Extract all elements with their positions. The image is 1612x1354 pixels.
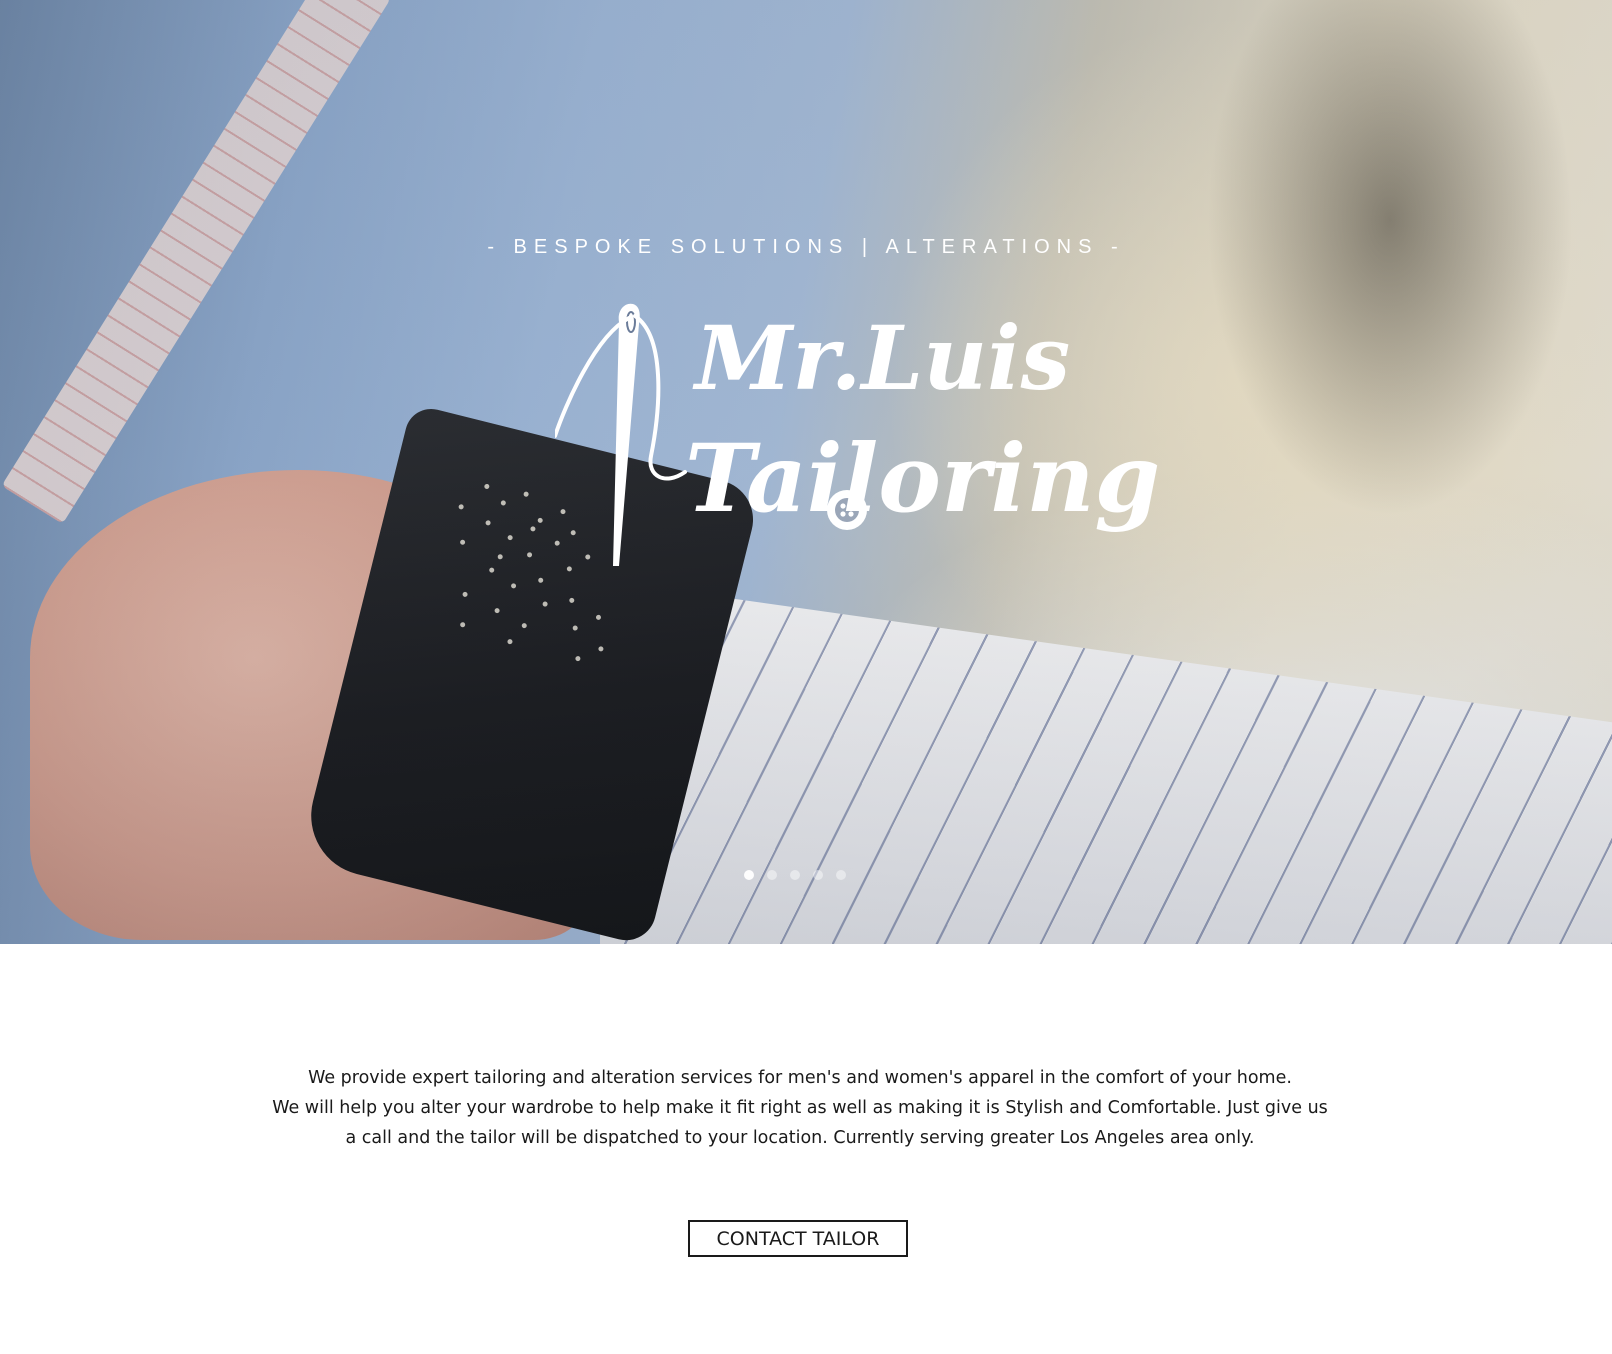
slide-dot-4[interactable] xyxy=(813,870,823,880)
slide-dot-5[interactable] xyxy=(836,870,846,880)
brand-logo[interactable]: Mr.Luis Tailoring xyxy=(555,296,1160,576)
services-description: We provide expert tailoring and alterati… xyxy=(230,1063,1370,1153)
slide-dot-1[interactable] xyxy=(744,870,754,880)
description-line-1: We provide expert tailoring and alterati… xyxy=(308,1068,1292,1088)
slide-dot-2[interactable] xyxy=(767,870,777,880)
logo-text-line1: Mr.Luis xyxy=(695,306,1071,410)
contact-tailor-button[interactable]: CONTACT TAILOR xyxy=(688,1220,908,1257)
hero-slideshow: - BESPOKE SOLUTIONS | ALTERATIONS - Mr.L… xyxy=(0,0,1612,944)
hero-tagline: - BESPOKE SOLUTIONS | ALTERATIONS - xyxy=(487,236,1125,258)
slideshow-pagination xyxy=(744,870,846,880)
description-line-2: We will help you alter your wardrobe to … xyxy=(272,1098,1328,1118)
logo-text-line2: Tailoring xyxy=(685,424,1161,534)
description-line-3: a call and the tailor will be dispatched… xyxy=(345,1128,1255,1148)
slide-dot-3[interactable] xyxy=(790,870,800,880)
